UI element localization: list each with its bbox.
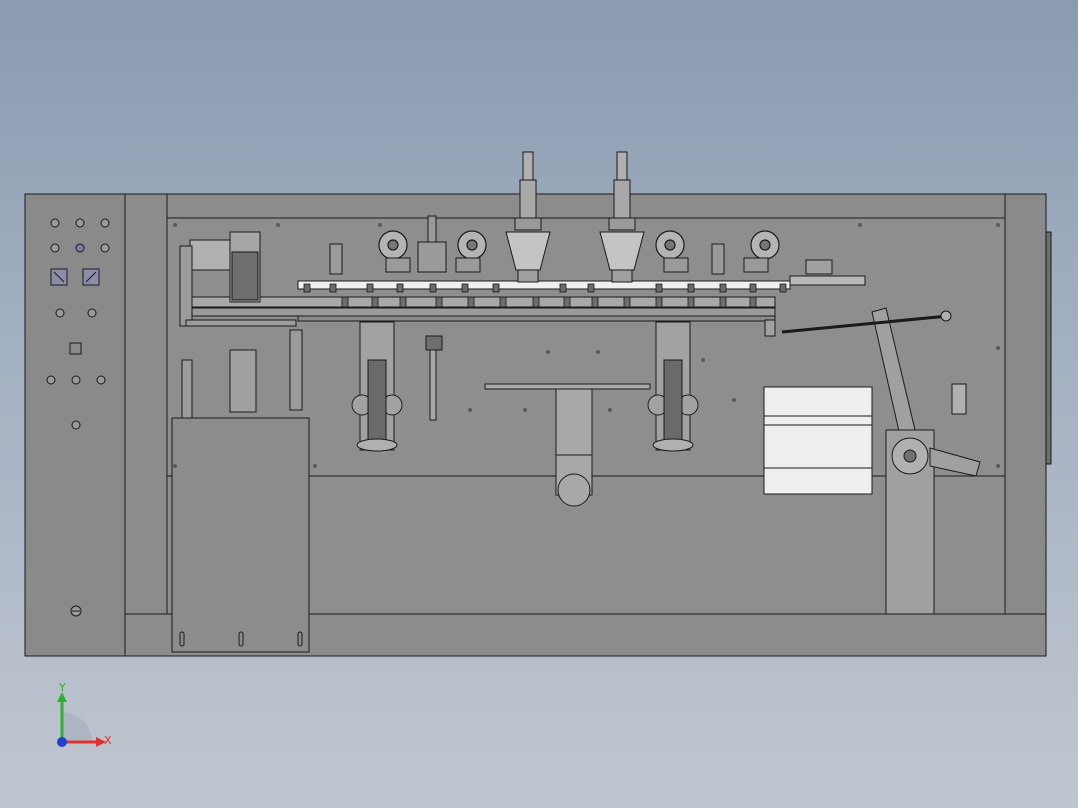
y-axis-label: Y [58, 681, 66, 694]
right-edge-strip [1045, 231, 1052, 465]
right-side-column [1004, 193, 1047, 615]
cad-viewport[interactable]: Y X [0, 0, 1078, 808]
sealing-jaw-left [351, 321, 403, 452]
sealing-jaw-right [647, 321, 699, 452]
output-chute [763, 386, 873, 495]
lower-cabinet [171, 417, 310, 653]
triad-xy-sector [62, 712, 92, 742]
axis-triad: Y X [57, 681, 112, 747]
machine-model-front-view[interactable] [0, 0, 1078, 808]
z-axis-dot [57, 737, 67, 747]
left-inner-column [124, 193, 168, 615]
x-axis-label: X [104, 734, 112, 747]
